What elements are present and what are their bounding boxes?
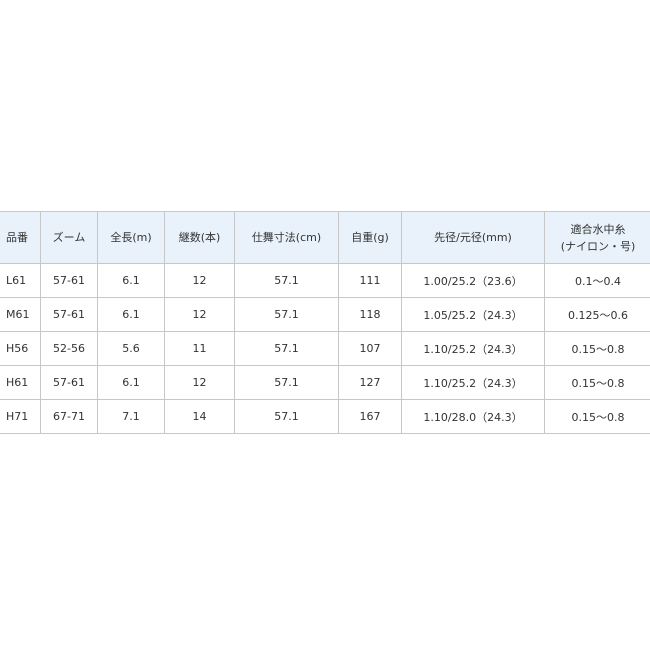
header-label-line-2: (ナイロン・号) <box>560 239 636 253</box>
cell-compatible-line: 0.125～0.6 <box>544 297 650 332</box>
table-row: H56 52-56 5.6 11 57.1 107 1.10/25.2（24.3… <box>0 331 650 366</box>
cell-compatible-line: 0.15～0.8 <box>544 365 650 400</box>
cell-weight: 118 <box>338 297 402 332</box>
cell-weight: 111 <box>338 263 402 298</box>
cell-zoom: 67-71 <box>40 399 98 434</box>
cell-tip-butt-diameter: 1.05/25.2（24.3） <box>401 297 545 332</box>
cell-product-code: H61 <box>0 365 41 400</box>
header-cell-weight: 自重(g) <box>338 211 402 264</box>
cell-sections: 11 <box>164 331 235 366</box>
cell-compatible-line: 0.1～0.4 <box>544 263 650 298</box>
cell-zoom: 52-56 <box>40 331 98 366</box>
cell-zoom: 57-61 <box>40 365 98 400</box>
header-cell-sections: 継数(本) <box>164 211 235 264</box>
header-cell-compatible-line: 適合水中糸 (ナイロン・号) <box>544 211 650 264</box>
cell-closed-length: 57.1 <box>234 331 339 366</box>
cell-sections: 12 <box>164 263 235 298</box>
cell-total-length: 6.1 <box>97 365 165 400</box>
table-header: 品番 ズーム 全長(m) 継数(本) 仕舞寸法(cm) 自重(g) 先径/元径(… <box>0 211 650 264</box>
header-label: ズーム <box>52 231 86 244</box>
cell-total-length: 6.1 <box>97 297 165 332</box>
cell-tip-butt-diameter: 1.10/28.0（24.3） <box>401 399 545 434</box>
header-label: 継数(本) <box>178 231 221 244</box>
cell-total-length: 5.6 <box>97 331 165 366</box>
header-cell-total-length: 全長(m) <box>97 211 165 264</box>
header-label: 品番 <box>6 231 28 244</box>
header-row: 品番 ズーム 全長(m) 継数(本) 仕舞寸法(cm) 自重(g) 先径/元径(… <box>0 211 650 264</box>
spec-table: 品番 ズーム 全長(m) 継数(本) 仕舞寸法(cm) 自重(g) 先径/元径(… <box>0 211 650 434</box>
cell-tip-butt-diameter: 1.00/25.2（23.6） <box>401 263 545 298</box>
cell-weight: 167 <box>338 399 402 434</box>
cell-product-code: M61 <box>0 297 41 332</box>
table-row: L61 57-61 6.1 12 57.1 111 1.00/25.2（23.6… <box>0 263 650 298</box>
cell-total-length: 6.1 <box>97 263 165 298</box>
cell-closed-length: 57.1 <box>234 263 339 298</box>
table-body: L61 57-61 6.1 12 57.1 111 1.00/25.2（23.6… <box>0 263 650 434</box>
header-cell-product-code: 品番 <box>0 211 41 264</box>
header-label: 全長(m) <box>110 231 152 244</box>
header-cell-zoom: ズーム <box>40 211 98 264</box>
cell-product-code: H71 <box>0 399 41 434</box>
header-label: 自重(g) <box>351 231 389 244</box>
cell-compatible-line: 0.15～0.8 <box>544 399 650 434</box>
table-row: H71 67-71 7.1 14 57.1 167 1.10/28.0（24.3… <box>0 399 650 434</box>
header-cell-closed-length: 仕舞寸法(cm) <box>234 211 339 264</box>
cell-closed-length: 57.1 <box>234 365 339 400</box>
cell-compatible-line: 0.15～0.8 <box>544 331 650 366</box>
cell-closed-length: 57.1 <box>234 399 339 434</box>
cell-zoom: 57-61 <box>40 263 98 298</box>
cell-tip-butt-diameter: 1.10/25.2（24.3） <box>401 331 545 366</box>
cell-total-length: 7.1 <box>97 399 165 434</box>
cell-sections: 14 <box>164 399 235 434</box>
header-label: 仕舞寸法(cm) <box>251 231 322 244</box>
cell-weight: 107 <box>338 331 402 366</box>
cell-tip-butt-diameter: 1.10/25.2（24.3） <box>401 365 545 400</box>
cell-closed-length: 57.1 <box>234 297 339 332</box>
cell-zoom: 57-61 <box>40 297 98 332</box>
cell-sections: 12 <box>164 297 235 332</box>
table-row: H61 57-61 6.1 12 57.1 127 1.10/25.2（24.3… <box>0 365 650 400</box>
header-cell-tip-butt-diameter: 先径/元径(mm) <box>401 211 545 264</box>
header-label-line-1: 適合水中糸 <box>570 222 626 236</box>
cell-product-code: H56 <box>0 331 41 366</box>
table-row: M61 57-61 6.1 12 57.1 118 1.05/25.2（24.3… <box>0 297 650 332</box>
cell-product-code: L61 <box>0 263 41 298</box>
cell-sections: 12 <box>164 365 235 400</box>
header-label: 先径/元径(mm) <box>434 231 512 244</box>
cell-weight: 127 <box>338 365 402 400</box>
